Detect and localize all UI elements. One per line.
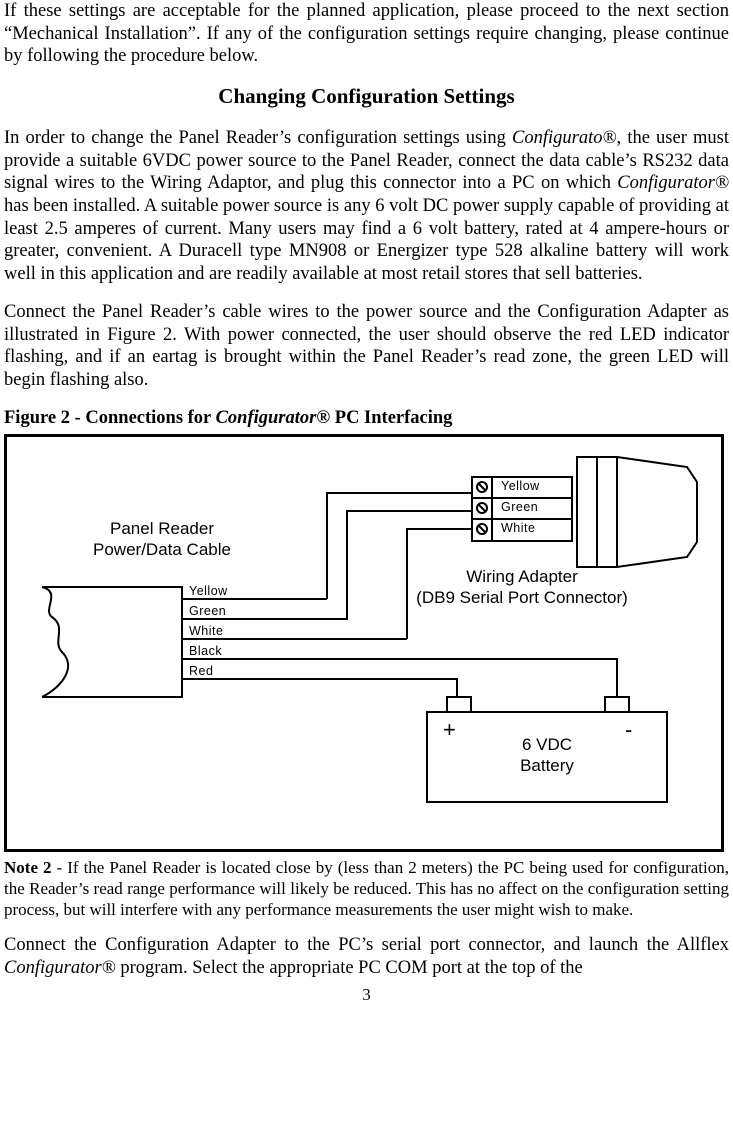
figure-number: Figure 2 <box>4 408 70 428</box>
figure-caption: Figure 2 - Connections for Configurator®… <box>4 407 729 430</box>
text-run: In order to change the Panel Reader’s co… <box>4 128 512 148</box>
note-number: Note 2 <box>4 858 52 877</box>
product-name: Configurator® <box>617 173 729 193</box>
wire-label-yellow: Yellow <box>189 584 228 599</box>
label-line: Panel Reader <box>110 519 214 538</box>
adapter-wire-green: Green <box>501 500 538 515</box>
label-line: 6 VDC <box>522 735 572 754</box>
wiring-adapter-label: Wiring Adapter (DB9 Serial Port Connecto… <box>387 567 657 608</box>
battery-plus-icon: + <box>443 717 456 744</box>
battery-minus-icon: - <box>625 717 632 744</box>
label-line: (DB9 Serial Port Connector) <box>416 588 628 607</box>
caption-separator: - <box>70 408 85 428</box>
product-name: Configurator® <box>216 408 331 428</box>
paragraph-connection: Connect the Panel Reader’s cable wires t… <box>4 301 729 391</box>
wire-label-black: Black <box>189 644 222 659</box>
wire-label-green: Green <box>189 604 226 619</box>
text-run: program. Select the appropriate PC COM p… <box>116 958 583 978</box>
note-paragraph: Note 2 - If the Panel Reader is located … <box>4 858 729 920</box>
wire-label-white: White <box>189 624 223 639</box>
intro-paragraph: If these settings are acceptable for the… <box>4 0 729 68</box>
page-number: 3 <box>4 985 729 1006</box>
product-name: Configurator® <box>4 958 116 978</box>
paragraph-launch: Connect the Configuration Adapter to the… <box>4 934 729 979</box>
adapter-wire-yellow: Yellow <box>501 479 540 494</box>
adapter-wire-white: White <box>501 521 535 536</box>
product-name: Configurato® <box>512 128 617 148</box>
label-line: Wiring Adapter <box>466 567 578 586</box>
text-run: has been installed. A suitable power sou… <box>4 196 729 284</box>
section-heading: Changing Configuration Settings <box>4 84 729 110</box>
paragraph-power-setup: In order to change the Panel Reader’s co… <box>4 127 729 285</box>
panel-reader-label: Panel Reader Power/Data Cable <box>82 519 242 560</box>
battery-label: 6 VDC Battery <box>497 735 597 776</box>
note-text: If the Panel Reader is located close by … <box>4 858 729 918</box>
caption-text: Connections for <box>85 408 215 428</box>
wire-label-red: Red <box>189 664 213 679</box>
label-line: Battery <box>520 756 574 775</box>
caption-text: PC Interfacing <box>330 408 452 428</box>
note-separator: - <box>52 858 68 877</box>
label-line: Power/Data Cable <box>93 540 231 559</box>
figure-2-diagram: Panel Reader Power/Data Cable Yellow Gre… <box>4 434 724 852</box>
text-run: Connect the Configuration Adapter to the… <box>4 935 729 955</box>
